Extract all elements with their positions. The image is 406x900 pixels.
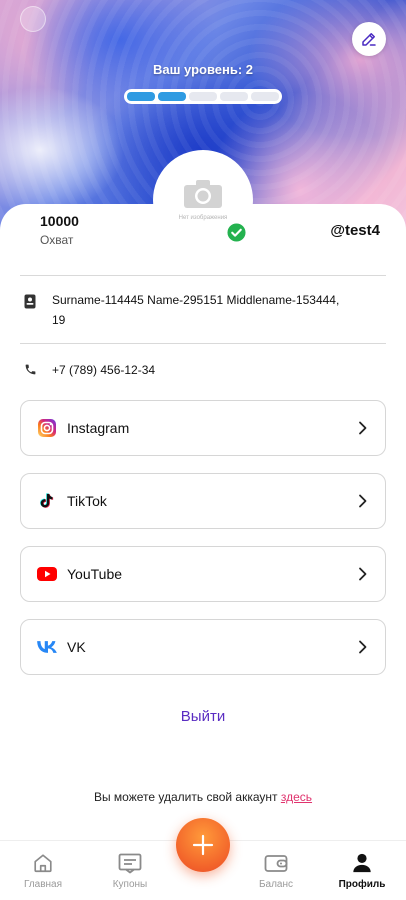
delete-account-row: Вы можете удалить свой аккаунт здесь xyxy=(0,790,406,804)
level-label: Ваш уровень: 2 xyxy=(152,62,254,77)
check-circle-icon xyxy=(227,223,246,242)
phone-text: +7 (789) 456-12-34 xyxy=(52,363,156,377)
vk-icon xyxy=(37,637,57,657)
youtube-icon xyxy=(37,564,57,584)
chevron-right-icon xyxy=(359,494,367,508)
camera-icon xyxy=(184,180,222,208)
delete-account-link[interactable]: здесь xyxy=(281,790,312,804)
avatar-caption: Нет изображения xyxy=(178,215,228,221)
chevron-right-icon xyxy=(359,567,367,581)
username: @test4 xyxy=(330,222,380,239)
app-logo xyxy=(20,6,46,32)
delete-account-text: Вы можете удалить свой аккаунт xyxy=(93,790,278,804)
pencil-icon xyxy=(362,33,376,46)
level-segment xyxy=(220,92,248,101)
add-button[interactable] xyxy=(176,818,230,872)
level-segment xyxy=(189,92,217,101)
reach-value: 10000 xyxy=(40,213,79,229)
phone-icon xyxy=(20,360,40,376)
level-progress-bar xyxy=(124,89,282,104)
chevron-right-icon xyxy=(359,640,367,654)
chevron-right-icon xyxy=(359,421,367,435)
nav-label: Баланс xyxy=(258,879,294,890)
reach-label: Охват xyxy=(40,233,74,247)
tiktok-icon xyxy=(37,491,57,511)
home-icon xyxy=(3,849,83,877)
level-segment xyxy=(158,92,186,101)
nav-label: Профиль xyxy=(338,879,386,890)
social-name: VK xyxy=(67,639,86,655)
social-name: TikTok xyxy=(67,493,107,509)
social-tiktok[interactable]: TikTok xyxy=(20,473,386,529)
social-youtube[interactable]: YouTube xyxy=(20,546,386,602)
plus-icon xyxy=(192,834,214,856)
divider xyxy=(20,275,386,276)
coupon-icon xyxy=(90,849,170,877)
full-name-row: Surname-114445 Name-295151 Middlename-15… xyxy=(20,290,386,330)
social-instagram[interactable]: Instagram xyxy=(20,400,386,456)
nav-label: Купоны xyxy=(112,879,148,890)
user-icon xyxy=(322,849,402,877)
nav-item-profile[interactable]: Профиль xyxy=(322,849,402,890)
level-segment xyxy=(251,92,279,101)
id-card-icon xyxy=(20,290,40,309)
level-segment xyxy=(127,92,155,101)
social-name: YouTube xyxy=(67,566,123,582)
instagram-icon xyxy=(37,418,57,438)
nav-item-balance[interactable]: Баланс xyxy=(236,849,316,890)
social-name: Instagram xyxy=(67,420,130,436)
full-name-text: Surname-114445 Name-295151 Middlename-15… xyxy=(52,293,340,327)
edit-profile-button[interactable] xyxy=(352,22,386,56)
phone-row: +7 (789) 456-12-34 xyxy=(20,360,386,380)
logout-button[interactable]: Выйти xyxy=(0,708,406,738)
wallet-icon xyxy=(236,849,316,877)
social-vk[interactable]: VK xyxy=(20,619,386,675)
nav-label: Главная xyxy=(23,879,63,890)
divider xyxy=(20,343,386,344)
nav-item-home[interactable]: Главная xyxy=(3,849,83,890)
nav-item-coupons[interactable]: Купоны xyxy=(90,849,170,890)
